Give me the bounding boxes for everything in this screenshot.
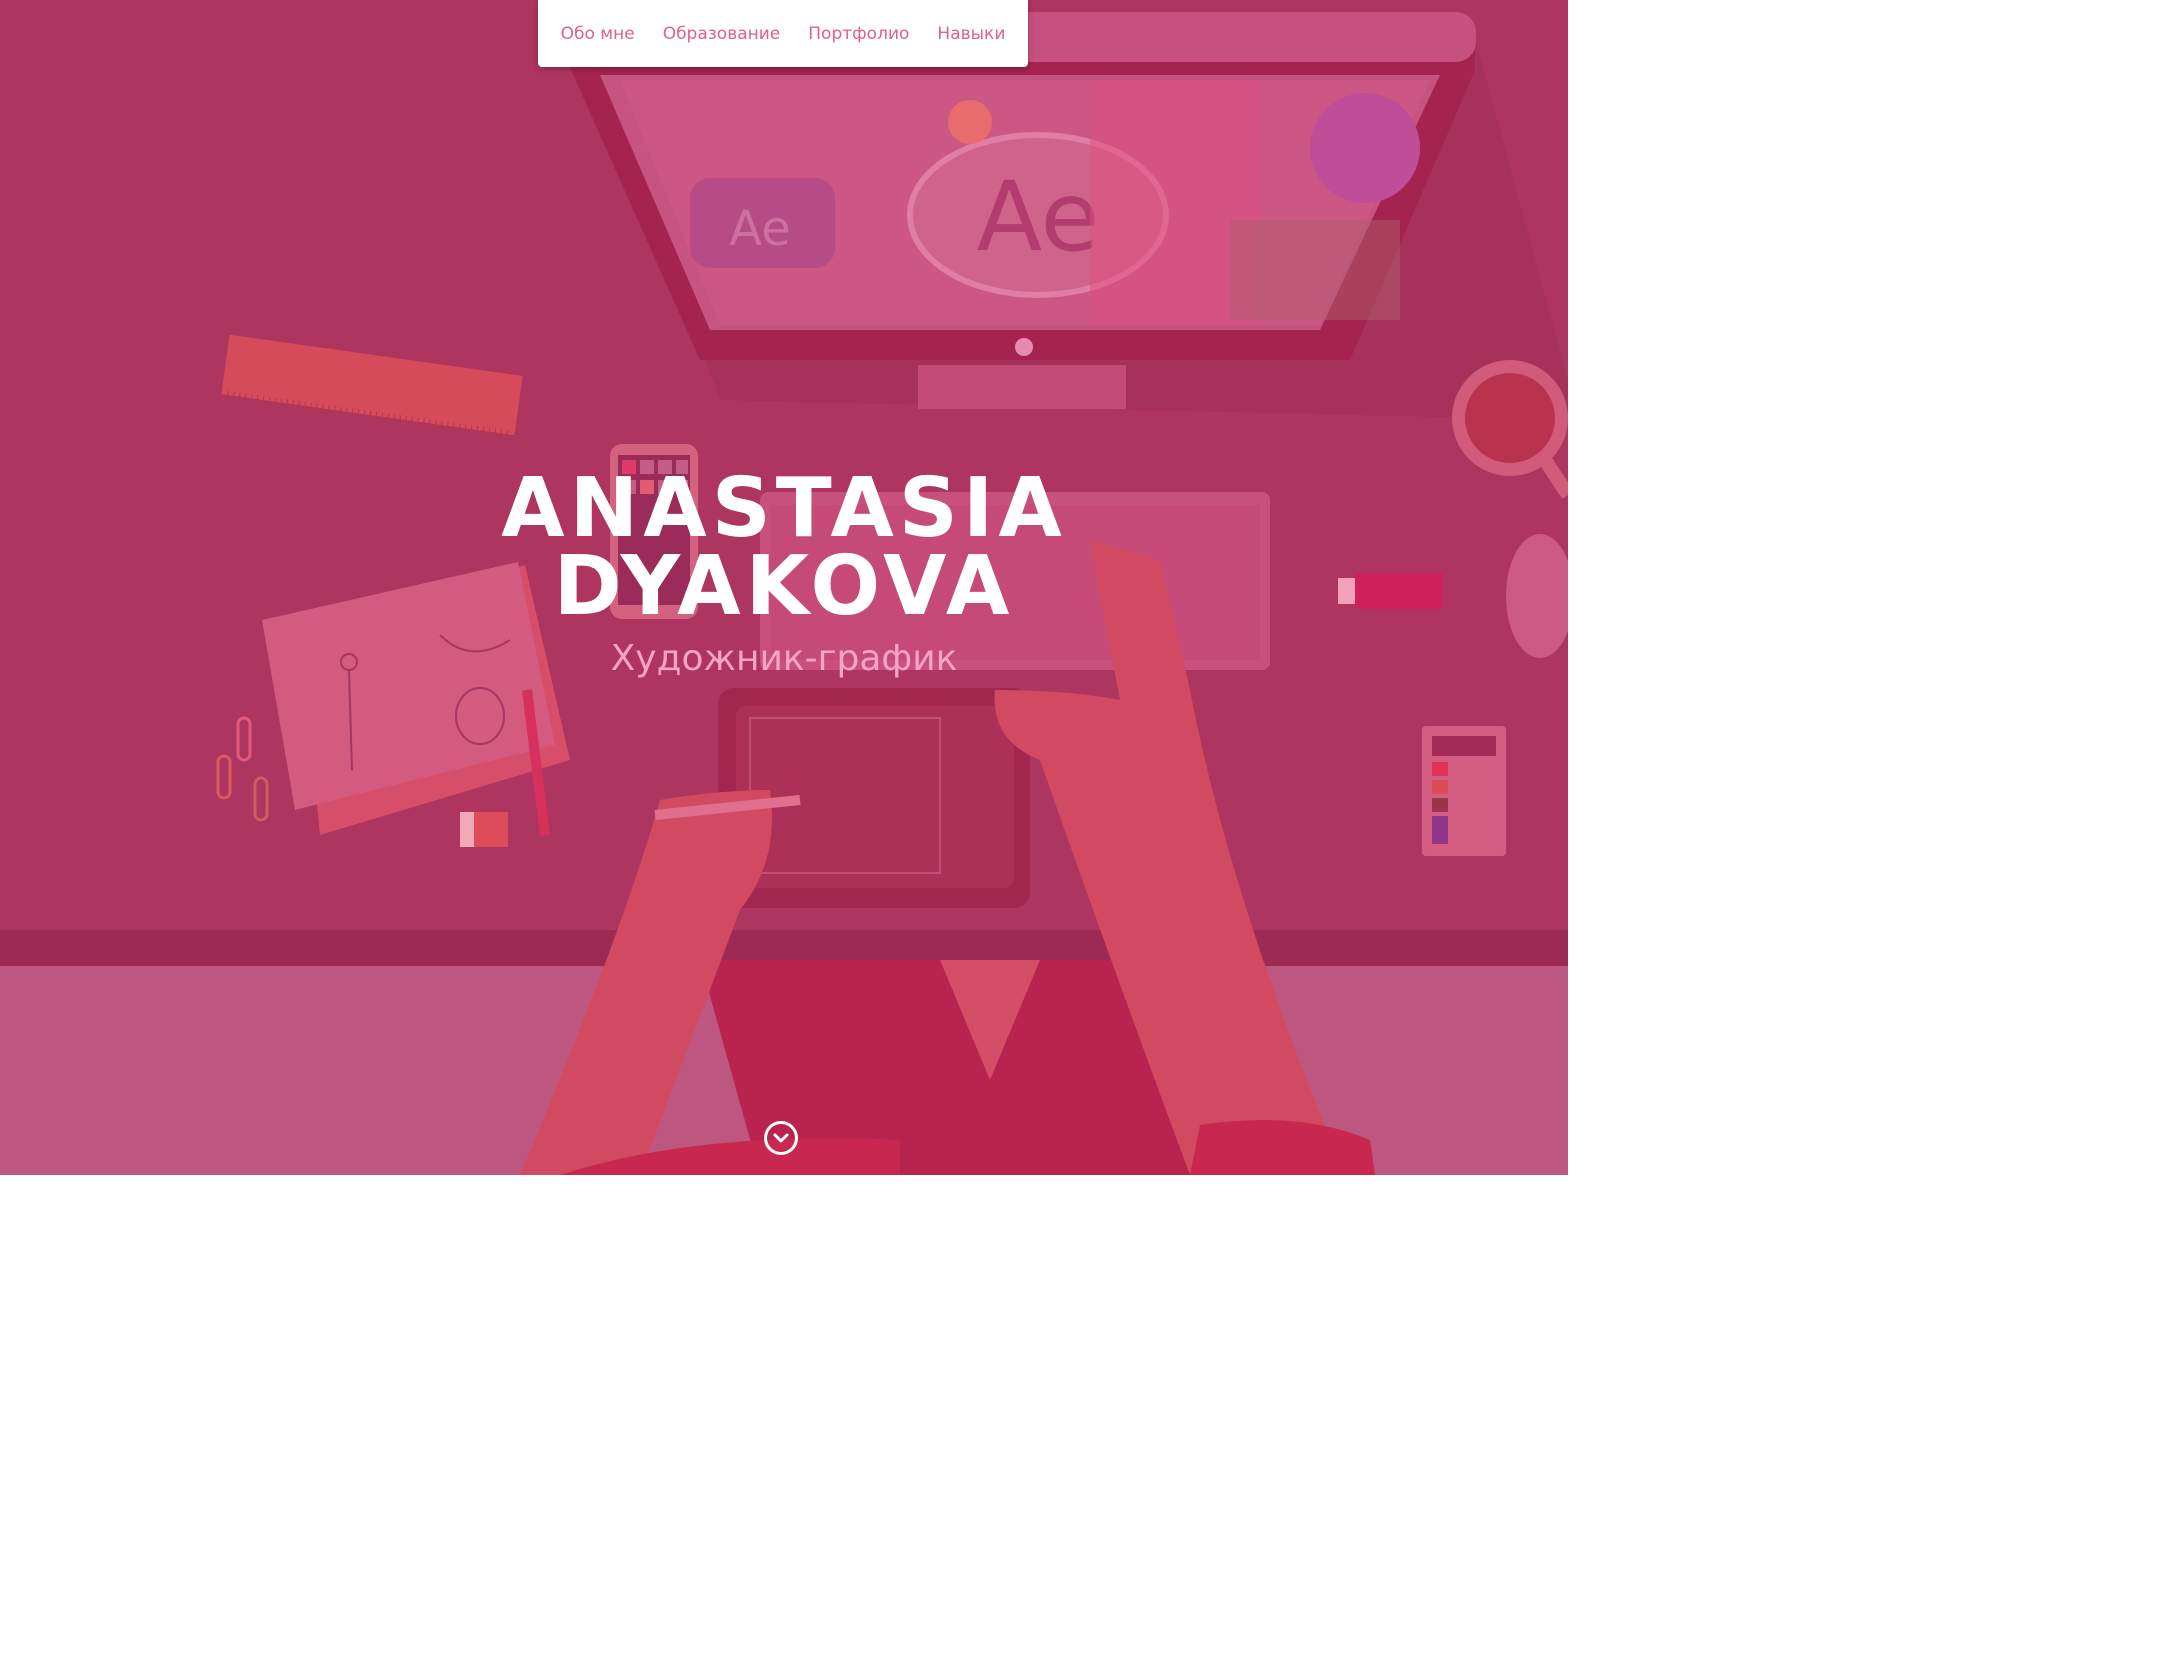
nav-link-education[interactable]: Образование xyxy=(663,24,781,44)
hero-name: ANASTASIA DYAKOVA xyxy=(0,461,1568,634)
page-bottom-area xyxy=(0,1175,1568,1206)
hero-name-line2: DYAKOVA xyxy=(553,539,1015,634)
svg-text:Ae: Ae xyxy=(729,201,791,257)
hero-name-line1: ANASTASIA xyxy=(501,461,1067,556)
calculator-illustration xyxy=(1422,726,1506,856)
nav-link-about[interactable]: Обо мне xyxy=(561,24,635,44)
monitor-illustration: Ae Ae xyxy=(560,12,1476,409)
main-navigation: Обо мне Образование Портфолио Навыки xyxy=(538,0,1028,67)
chevron-down-icon xyxy=(773,1133,789,1143)
nav-link-skills[interactable]: Навыки xyxy=(937,24,1005,44)
hero-section: Ae Ae Обо мне Образование Портфолио Навы… xyxy=(0,0,1568,1175)
svg-text:Ae: Ae xyxy=(976,161,1099,273)
hero-subtitle: Художник-график xyxy=(610,638,958,679)
nav-link-portfolio[interactable]: Портфолио xyxy=(808,24,909,44)
scroll-down-button[interactable] xyxy=(764,1121,798,1155)
